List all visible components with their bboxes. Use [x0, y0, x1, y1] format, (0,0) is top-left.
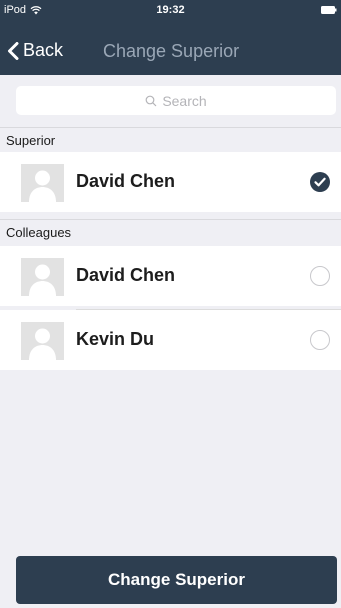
- avatar-placeholder-icon: [21, 258, 64, 296]
- avatar: [21, 164, 64, 202]
- search-placeholder: Search: [162, 92, 207, 109]
- section-header-superior: Superior: [0, 127, 341, 152]
- person-name: David Chen: [76, 265, 176, 285]
- status-time: 19:32: [156, 4, 185, 16]
- search-icon: [145, 95, 157, 106]
- change-superior-screen: iPod 19:32 Back Change Superior Search S…: [0, 0, 341, 608]
- superior-row[interactable]: David Chen: [0, 152, 341, 212]
- avatar-placeholder-icon: [21, 322, 64, 360]
- person-name: David Chen: [76, 171, 176, 191]
- avatar: [21, 258, 64, 296]
- radio-unselected-icon[interactable]: [309, 265, 331, 287]
- avatar: [21, 322, 64, 360]
- search-input[interactable]: Search: [16, 86, 336, 115]
- colleague-row[interactable]: David Chen: [0, 246, 341, 306]
- search-area: Search: [0, 75, 341, 127]
- change-superior-button[interactable]: Change Superior: [16, 556, 337, 604]
- status-bar: iPod 19:32: [0, 0, 341, 20]
- back-label: Back: [23, 40, 64, 60]
- page-title: Change Superior: [103, 41, 240, 61]
- chevron-left-icon: [8, 41, 19, 60]
- avatar-placeholder-icon: [21, 164, 64, 202]
- section-header-colleagues: Colleagues: [0, 219, 341, 244]
- checkmark-selected-icon[interactable]: [309, 171, 331, 193]
- battery-icon: [321, 6, 337, 14]
- person-name: Kevin Du: [76, 329, 155, 349]
- back-button[interactable]: Back: [7, 40, 63, 61]
- navigation-bar: Back Change Superior: [0, 32, 341, 72]
- colleague-row[interactable]: Kevin Du: [0, 310, 341, 370]
- top-bar: iPod 19:32 Back Change Superior: [0, 0, 341, 75]
- radio-unselected-icon[interactable]: [309, 329, 331, 351]
